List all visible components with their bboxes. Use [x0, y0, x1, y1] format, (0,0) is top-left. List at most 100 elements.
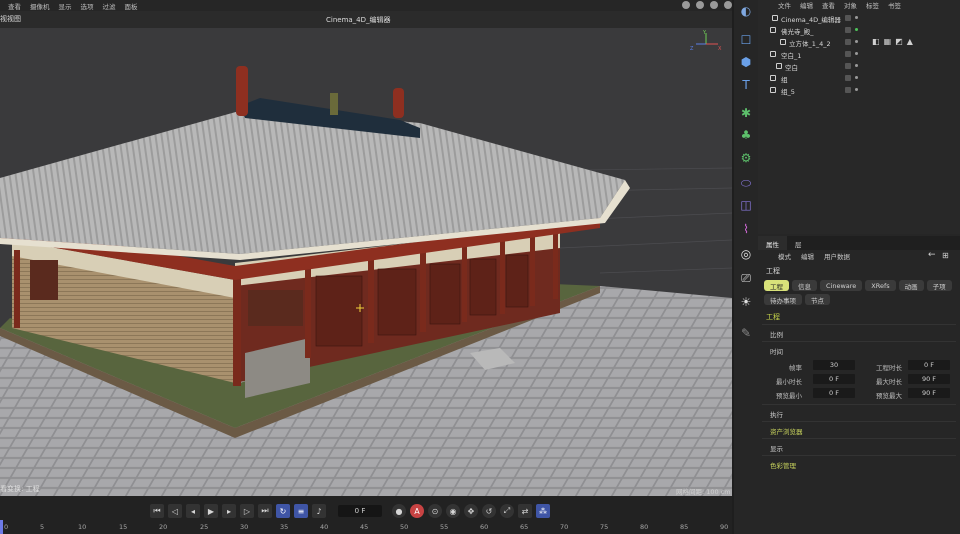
- zoom-view-icon[interactable]: [696, 1, 704, 9]
- group-execute[interactable]: 执行: [770, 409, 783, 419]
- render-dot[interactable]: [855, 64, 858, 67]
- preview-min-field[interactable]: 0 F: [813, 388, 855, 398]
- menu-options[interactable]: 选项: [81, 1, 94, 11]
- texture-tag-icon[interactable]: ▦: [884, 37, 892, 46]
- key-options-icon[interactable]: ◉: [446, 504, 460, 518]
- goto-end-icon[interactable]: ⏭: [258, 504, 272, 518]
- current-frame-field[interactable]: 0 F: [338, 505, 382, 517]
- spline-icon[interactable]: ⌇: [738, 221, 754, 237]
- project-length-field[interactable]: 0 F: [908, 360, 950, 370]
- scale-key-icon[interactable]: ⤢: [500, 504, 514, 518]
- subtab-animation[interactable]: 动画: [898, 280, 924, 291]
- menu-view[interactable]: 查看: [8, 1, 21, 11]
- object-row[interactable]: 空白_1: [758, 48, 960, 60]
- point-level-icon[interactable]: ⁂: [536, 504, 550, 518]
- bend-icon[interactable]: ◫: [738, 197, 754, 213]
- om-menu-file[interactable]: 文件: [778, 0, 791, 10]
- attr-menu-edit[interactable]: 编辑: [801, 251, 814, 261]
- render-dot[interactable]: [855, 28, 858, 31]
- uvw-tag-icon[interactable]: ◩: [895, 37, 903, 46]
- om-menu-bookmarks[interactable]: 书签: [888, 0, 901, 10]
- group-asset-browser[interactable]: 资产浏览器: [770, 426, 803, 436]
- object-row[interactable]: 空白: [758, 60, 960, 72]
- object-row[interactable]: Cinema_4D_编辑器: [758, 12, 960, 24]
- goto-start-icon[interactable]: ⏮: [150, 504, 164, 518]
- record-keys-icon[interactable]: ●: [392, 504, 406, 518]
- visibility-check[interactable]: [845, 15, 851, 21]
- rotate-view-icon[interactable]: [710, 1, 718, 9]
- loop-icon[interactable]: ↻: [276, 504, 290, 518]
- play-icon[interactable]: ▶: [204, 504, 218, 518]
- visibility-check[interactable]: [845, 27, 851, 33]
- render-dot[interactable]: [855, 16, 858, 19]
- subtab-children[interactable]: 子项: [926, 280, 952, 291]
- scene-icon[interactable]: ◎: [738, 246, 754, 262]
- camera-icon[interactable]: ⎚: [738, 270, 754, 286]
- render-dot[interactable]: [855, 76, 858, 79]
- rotation-key-icon[interactable]: ↺: [482, 504, 496, 518]
- render-dot[interactable]: [855, 40, 858, 43]
- gear-icon[interactable]: ⚙: [738, 150, 754, 166]
- autokey-icon[interactable]: A: [410, 504, 424, 518]
- attr-menu-mode[interactable]: 模式: [778, 251, 791, 261]
- tab-attributes[interactable]: 属性: [758, 236, 787, 250]
- menu-panel[interactable]: 面板: [125, 1, 138, 11]
- min-length-field[interactable]: 0 F: [813, 374, 855, 384]
- subtab-project[interactable]: 工程: [764, 280, 789, 291]
- subtab-todo[interactable]: 待办事项: [764, 294, 802, 305]
- fps-field[interactable]: 30: [813, 360, 855, 370]
- om-menu-object[interactable]: 对象: [844, 0, 857, 10]
- next-key-icon[interactable]: ▷: [240, 504, 254, 518]
- visibility-check[interactable]: [845, 75, 851, 81]
- group-color-management[interactable]: 色彩管理: [770, 460, 796, 470]
- object-row[interactable]: 佛光寺_殿_: [758, 24, 960, 36]
- material-tag-icon[interactable]: ◧: [872, 37, 880, 46]
- visibility-check[interactable]: [845, 39, 851, 45]
- om-menu-tags[interactable]: 标签: [866, 0, 879, 10]
- om-menu-view[interactable]: 查看: [822, 0, 835, 10]
- next-frame-icon[interactable]: ▸: [222, 504, 236, 518]
- visibility-check[interactable]: [845, 51, 851, 57]
- subdivision-icon[interactable]: ✱: [738, 105, 754, 121]
- menu-camera[interactable]: 摄像机: [30, 1, 50, 11]
- menu-filter[interactable]: 过滤: [103, 1, 116, 11]
- attr-menu-userdata[interactable]: 用户数据: [824, 251, 850, 261]
- subtab-cineware[interactable]: Cineware: [820, 280, 863, 291]
- object-row[interactable]: 组: [758, 72, 960, 84]
- maximize-view-icon[interactable]: [724, 1, 732, 9]
- position-key-icon[interactable]: ✥: [464, 504, 478, 518]
- lock-icon[interactable]: ⊞: [942, 251, 949, 260]
- group-time[interactable]: 时间: [770, 346, 783, 356]
- render-dot[interactable]: [855, 52, 858, 55]
- visibility-check[interactable]: [845, 87, 851, 93]
- visibility-check[interactable]: [845, 63, 851, 69]
- timeline-ruler[interactable]: 0 5 10 15 20 25 30 35 40 45 50 55 60 65 …: [0, 520, 732, 534]
- keyframe-selection-icon[interactable]: ⊙: [428, 504, 442, 518]
- tab-layers[interactable]: 层: [787, 236, 810, 250]
- phong-tag-icon[interactable]: ▲: [907, 37, 913, 46]
- render-dot[interactable]: [855, 88, 858, 91]
- group-display[interactable]: 显示: [770, 443, 783, 453]
- null-object-icon[interactable]: ☐: [738, 32, 754, 48]
- cloner-icon[interactable]: ♣: [738, 127, 754, 143]
- prev-key-icon[interactable]: ◁: [168, 504, 182, 518]
- prev-frame-icon[interactable]: ◂: [186, 504, 200, 518]
- sound-icon[interactable]: ♪: [312, 504, 326, 518]
- object-row[interactable]: 组_5: [758, 84, 960, 96]
- param-key-icon[interactable]: ⇄: [518, 504, 532, 518]
- cube-icon[interactable]: ⬢: [738, 54, 754, 70]
- group-ratio[interactable]: 比例: [770, 329, 783, 339]
- menu-display[interactable]: 显示: [59, 1, 72, 11]
- max-length-field[interactable]: 90 F: [908, 374, 950, 384]
- back-arrow-icon[interactable]: ←: [928, 250, 936, 260]
- text-icon[interactable]: T: [738, 77, 754, 93]
- move-view-icon[interactable]: [682, 1, 690, 9]
- subtab-xrefs[interactable]: XRefs: [865, 280, 896, 291]
- light-icon[interactable]: ☀: [738, 294, 754, 310]
- om-menu-edit[interactable]: 编辑: [800, 0, 813, 10]
- deformer-icon[interactable]: ⬭: [738, 175, 754, 191]
- subtab-info[interactable]: 信息: [792, 280, 817, 291]
- pen-icon[interactable]: ✎: [738, 325, 754, 341]
- cinema4d-logo-icon[interactable]: ◐: [738, 3, 754, 19]
- preview-max-field[interactable]: 90 F: [908, 388, 950, 398]
